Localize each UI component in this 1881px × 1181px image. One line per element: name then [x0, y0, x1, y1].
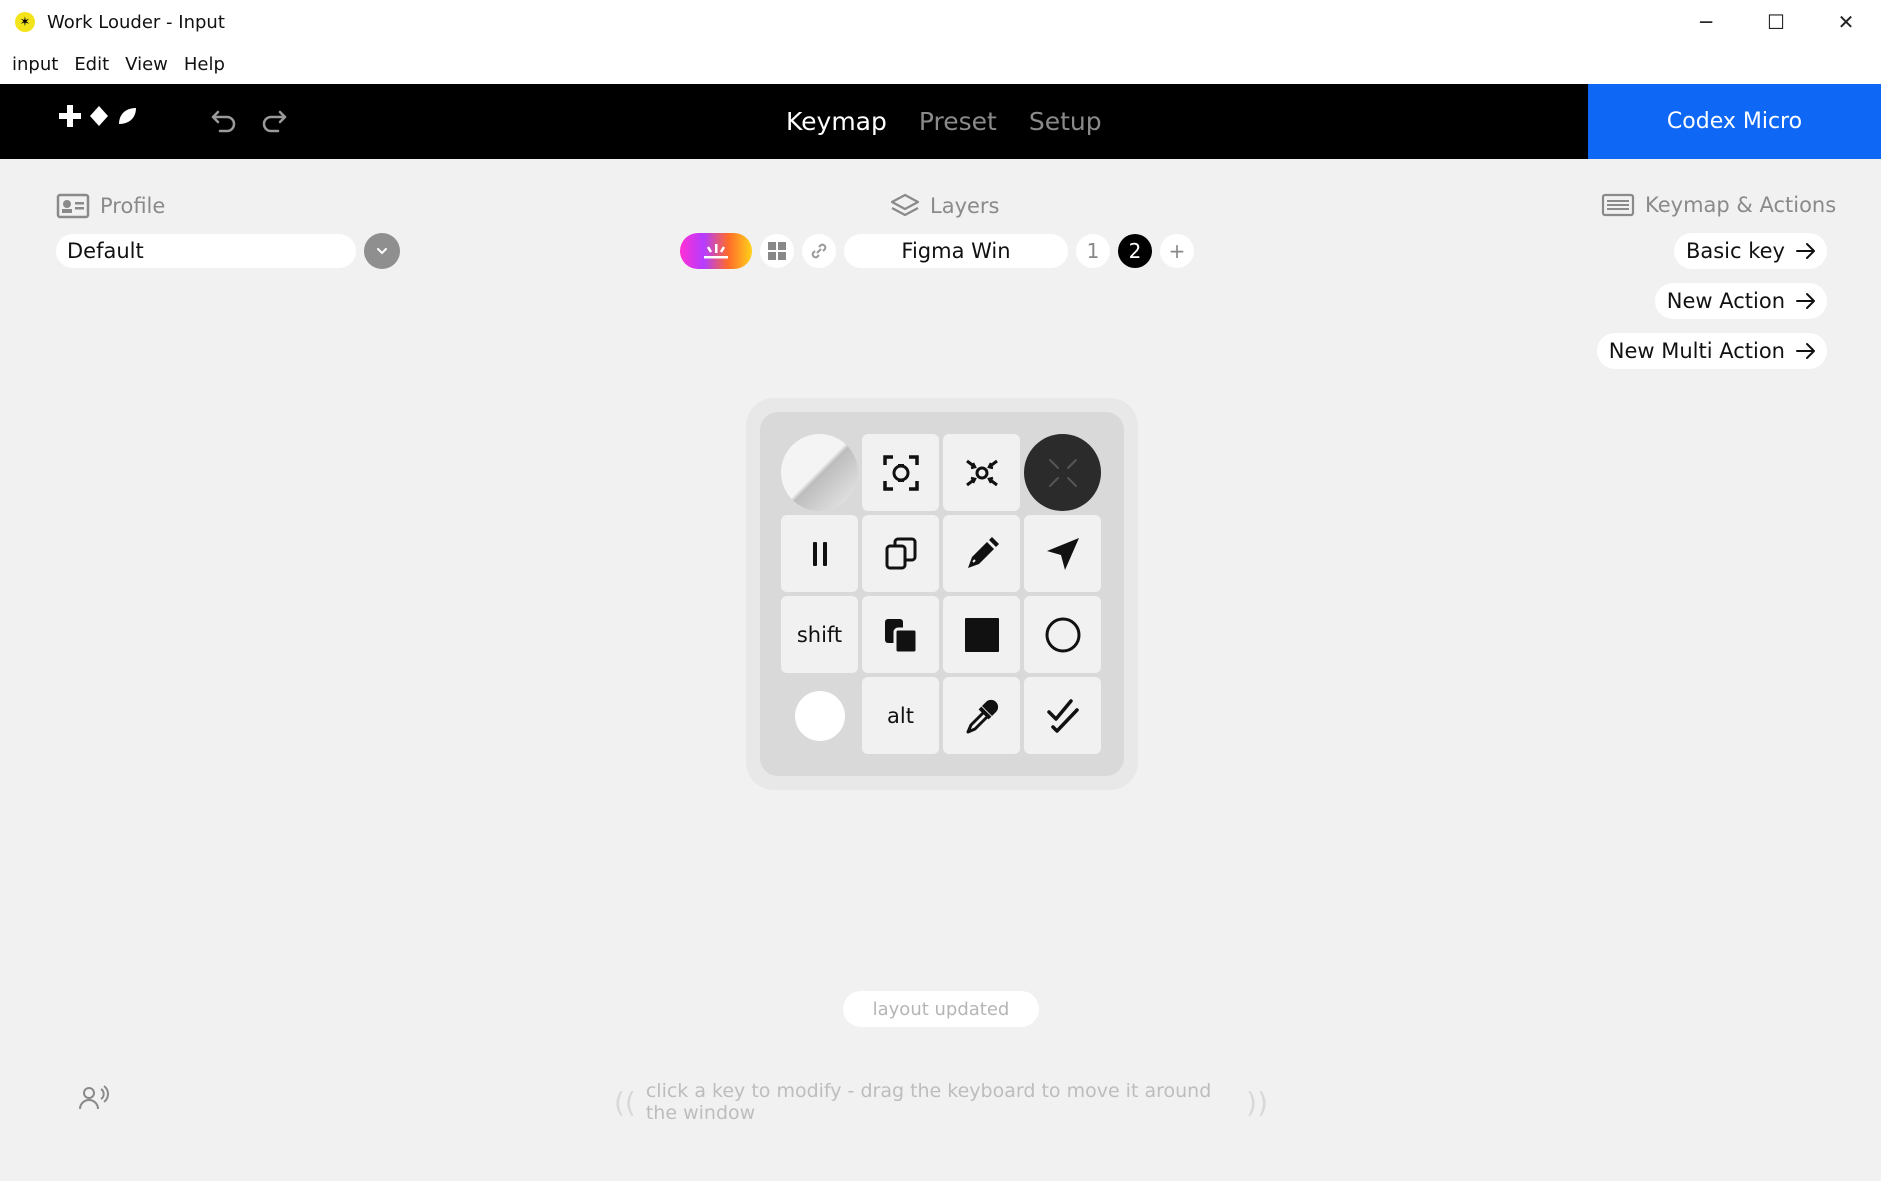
minimize-button[interactable]: ─	[1671, 0, 1741, 44]
shrink-arrows-icon	[1048, 458, 1077, 487]
add-layer-button[interactable]: +	[1160, 234, 1194, 268]
diamond-icon	[90, 106, 108, 126]
close-button[interactable]: ✕	[1811, 0, 1881, 44]
key-r3c3[interactable]	[943, 596, 1020, 673]
new-multi-action-button[interactable]: New Multi Action	[1596, 333, 1827, 369]
new-action-label: New Action	[1666, 289, 1785, 313]
basic-key-button[interactable]: Basic key	[1673, 233, 1827, 269]
layer-2-button[interactable]: 2	[1118, 234, 1152, 268]
app-logo-icon: ✶	[15, 12, 35, 32]
arrow-right-icon	[1796, 243, 1815, 259]
tab-setup[interactable]: Setup	[1029, 107, 1102, 136]
menu-view[interactable]: View	[117, 54, 176, 75]
window-title: Work Louder - Input	[47, 11, 225, 33]
menu-help[interactable]: Help	[176, 54, 233, 75]
layer-name-field[interactable]: Figma Win	[844, 234, 1068, 268]
grid-icon	[768, 242, 786, 260]
layers-icon	[890, 193, 920, 217]
checkmark-icon	[1046, 698, 1079, 733]
eyedropper-icon	[966, 699, 998, 733]
knob-key[interactable]	[781, 434, 858, 511]
key-shift[interactable]: shift	[781, 596, 858, 673]
collapse-center-icon	[965, 459, 998, 486]
profile-select[interactable]: Default	[56, 234, 356, 268]
hint-text-container: (( click a key to modify - drag the keyb…	[614, 1080, 1268, 1124]
arrow-right-icon	[1796, 293, 1815, 309]
menu-input[interactable]: input	[4, 54, 66, 75]
profile-card-icon	[56, 193, 90, 219]
layers-controls: Figma Win 1 2 +	[680, 232, 1194, 270]
key-r2c4[interactable]	[1024, 515, 1101, 592]
voice-assistant-button[interactable]	[79, 1085, 109, 1115]
key-r1c3[interactable]	[943, 434, 1020, 511]
link-button[interactable]	[802, 234, 836, 268]
keymap-actions-section-label: Keymap & Actions	[1601, 193, 1836, 217]
tab-preset[interactable]: Preset	[919, 107, 997, 136]
undo-icon[interactable]	[210, 106, 238, 134]
history-controls	[210, 106, 288, 134]
pen-icon	[967, 536, 999, 568]
key-r4c4[interactable]	[1024, 677, 1101, 754]
pause-icon	[812, 541, 827, 566]
plus-icon	[59, 105, 81, 127]
basic-key-label: Basic key	[1685, 239, 1785, 263]
key-r2c1[interactable]	[781, 515, 858, 592]
key-r1c2[interactable]	[862, 434, 939, 511]
menu-edit[interactable]: Edit	[66, 54, 117, 75]
arrow-right-icon	[1796, 343, 1815, 359]
main-tabs: Keymap Preset Setup	[786, 84, 1102, 159]
keyboard-icon	[1601, 193, 1635, 217]
key-r2c2[interactable]	[862, 515, 939, 592]
voice-user-icon	[79, 1085, 109, 1110]
title-bar: ✶ Work Louder - Input ─ ☐ ✕	[0, 0, 1881, 44]
key-r3c4[interactable]	[1024, 596, 1101, 673]
paste-icon	[884, 618, 918, 654]
new-multi-action-label: New Multi Action	[1608, 339, 1785, 363]
ellipse-icon	[1045, 617, 1080, 652]
profile-dropdown-button[interactable]	[364, 233, 400, 269]
device-button[interactable]: Codex Micro	[1588, 84, 1881, 159]
tab-keymap[interactable]: Keymap	[786, 107, 887, 136]
key-r3c2[interactable]	[862, 596, 939, 673]
keymap-actions-label: Keymap & Actions	[1645, 193, 1837, 217]
brand-logo	[58, 104, 138, 128]
hint-text: click a key to modify - drag the keyboar…	[645, 1080, 1212, 1124]
key-r4c3[interactable]	[943, 677, 1020, 754]
rectangle-icon	[964, 617, 999, 652]
profile-section-label: Profile	[56, 193, 165, 219]
status-toast: layout updated	[843, 991, 1039, 1027]
window-controls: ─ ☐ ✕	[1671, 0, 1881, 44]
top-nav: Keymap Preset Setup Codex Micro	[0, 84, 1881, 159]
focus-frame-icon	[882, 454, 919, 491]
key-r4c1[interactable]	[781, 677, 858, 754]
layer-1-button[interactable]: 1	[1076, 234, 1110, 268]
hint-bracket-left-icon: ((	[614, 1085, 636, 1119]
lighting-button[interactable]	[680, 233, 752, 269]
maximize-button[interactable]: ☐	[1741, 0, 1811, 44]
white-circle-icon	[794, 690, 845, 741]
key-alt[interactable]: alt	[862, 677, 939, 754]
menu-bar: input Edit View Help	[0, 44, 1881, 84]
key-r2c3[interactable]	[943, 515, 1020, 592]
layers-section-label: Layers	[890, 193, 1000, 219]
redo-icon[interactable]	[260, 106, 288, 134]
sunrise-icon	[704, 244, 728, 259]
grid-view-button[interactable]	[760, 234, 794, 268]
copy-icon	[885, 537, 916, 569]
link-icon	[811, 243, 827, 259]
dark-knob-key[interactable]	[1024, 434, 1101, 511]
navigate-arrow-icon	[1046, 537, 1079, 570]
new-action-button[interactable]: New Action	[1654, 283, 1827, 319]
chevron-down-icon	[377, 248, 387, 255]
profile-label: Profile	[100, 194, 166, 218]
layers-label: Layers	[930, 194, 1000, 218]
leaf-icon	[119, 108, 136, 124]
hint-bracket-right-icon: ))	[1246, 1085, 1268, 1119]
